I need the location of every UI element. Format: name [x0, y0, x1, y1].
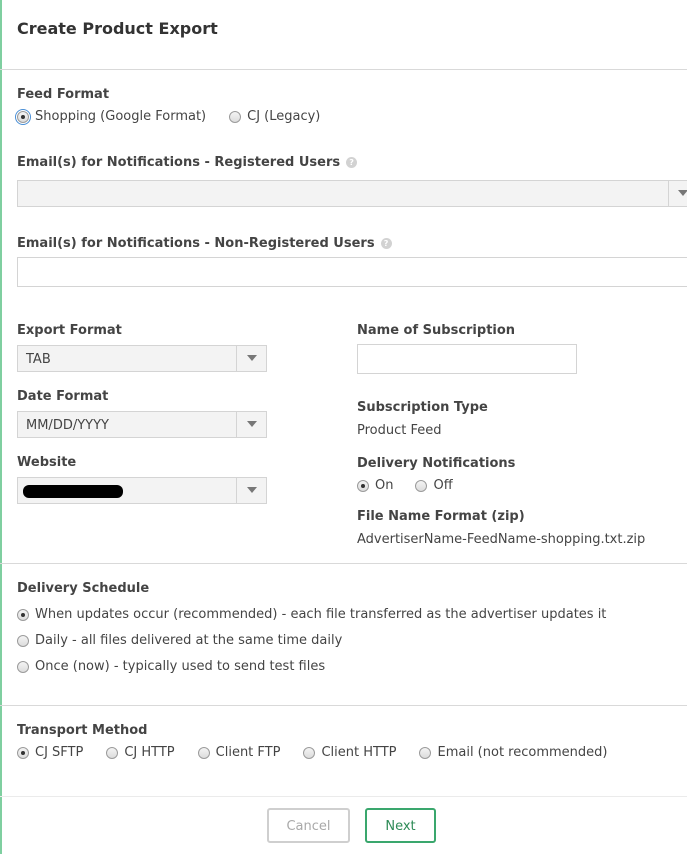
file-name-format-value: AdvertiserName-FeedName-shopping.txt.zip	[357, 532, 646, 547]
radio-button[interactable]	[17, 746, 29, 759]
delivery-schedule-option-once[interactable]: Once (now) - typically used to send test…	[17, 659, 325, 674]
feed-format-option-shopping[interactable]: Shopping (Google Format)	[15, 108, 207, 125]
website-label: Website	[17, 455, 77, 470]
emails-nonregistered-label-text: Email(s) for Notifications - Non-Registe…	[17, 236, 375, 251]
emails-nonregistered-input[interactable]	[17, 257, 687, 287]
radio-label: Daily - all files delivered at the same …	[35, 633, 343, 648]
left-accent-border	[0, 0, 2, 854]
radio-button[interactable]	[415, 479, 428, 492]
radio-label: On	[375, 478, 394, 493]
radio-button[interactable]	[229, 110, 242, 123]
transport-option-email[interactable]: Email (not recommended)	[419, 745, 607, 760]
chevron-down-icon	[247, 355, 257, 361]
radio-label: CJ HTTP	[124, 745, 175, 760]
subscription-type-label: Subscription Type	[357, 400, 488, 415]
chevron-down-icon	[247, 421, 257, 427]
date-format-label: Date Format	[17, 389, 109, 404]
chevron-down-icon	[678, 190, 687, 196]
radio-label: CJ (Legacy)	[247, 109, 321, 124]
dropdown-arrow-box	[236, 478, 266, 503]
transport-option-cj-sftp[interactable]: CJ SFTP	[17, 745, 83, 760]
transport-method-label: Transport Method	[17, 723, 148, 738]
website-select[interactable]	[17, 477, 267, 504]
delivery-schedule-option-updates[interactable]: When updates occur (recommended) - each …	[17, 607, 606, 622]
export-format-select[interactable]: TAB	[17, 345, 267, 372]
transport-option-client-http[interactable]: Client HTTP	[303, 745, 396, 760]
chevron-down-icon	[247, 487, 257, 493]
radio-label: Once (now) - typically used to send test…	[35, 659, 326, 674]
emails-registered-label: Email(s) for Notifications - Registered …	[17, 155, 358, 170]
delivery-schedule-option-daily[interactable]: Daily - all files delivered at the same …	[17, 633, 342, 648]
redacted-value	[23, 485, 123, 498]
date-format-select[interactable]: MM/DD/YYYY	[17, 411, 267, 438]
radio-label: Client HTTP	[321, 745, 397, 760]
emails-registered-select[interactable]	[17, 180, 687, 207]
page-title: Create Product Export	[17, 19, 218, 38]
radio-label: Shopping (Google Format)	[35, 109, 207, 124]
section-divider	[0, 705, 687, 706]
radio-button[interactable]	[357, 479, 369, 492]
header-divider	[0, 69, 687, 70]
subscription-name-input[interactable]	[357, 344, 577, 374]
export-format-label: Export Format	[17, 323, 122, 338]
delivery-notifications-radio-group: On Off	[357, 478, 476, 493]
radio-label: CJ SFTP	[35, 745, 84, 760]
cancel-button[interactable]: Cancel	[267, 808, 350, 843]
section-divider	[0, 563, 687, 564]
radio-label: Client FTP	[215, 745, 281, 760]
subscription-name-label: Name of Subscription	[357, 323, 516, 338]
transport-option-client-ftp[interactable]: Client FTP	[197, 745, 281, 760]
radio-button[interactable]	[17, 660, 29, 673]
emails-registered-label-text: Email(s) for Notifications - Registered …	[17, 155, 341, 170]
radio-button[interactable]	[106, 746, 119, 759]
next-button[interactable]: Next	[365, 808, 436, 843]
dropdown-arrow-box	[236, 346, 266, 371]
transport-method-radio-group: CJ SFTP CJ HTTP Client FTP Client HTTP E…	[17, 745, 607, 760]
radio-button[interactable]	[17, 608, 29, 621]
date-format-value: MM/DD/YYYY	[26, 418, 109, 433]
emails-nonregistered-label: Email(s) for Notifications - Non-Registe…	[17, 236, 392, 251]
radio-button[interactable]	[15, 108, 31, 125]
transport-option-cj-http[interactable]: CJ HTTP	[106, 745, 175, 760]
feed-format-radio-group: Shopping (Google Format) CJ (Legacy)	[15, 108, 343, 125]
subscription-type-value: Product Feed	[357, 423, 442, 438]
feed-format-option-cj-legacy[interactable]: CJ (Legacy)	[229, 109, 320, 124]
help-icon[interactable]: ?	[380, 238, 392, 249]
delivery-notifications-option-off[interactable]: Off	[415, 478, 453, 493]
help-icon[interactable]: ?	[346, 157, 358, 168]
radio-label: Email (not recommended)	[437, 745, 608, 760]
radio-button[interactable]	[197, 746, 210, 759]
file-name-format-label: File Name Format (zip)	[357, 509, 525, 524]
radio-button[interactable]	[303, 746, 316, 759]
radio-button[interactable]	[17, 634, 29, 647]
radio-button[interactable]	[419, 746, 432, 759]
delivery-notifications-label: Delivery Notifications	[357, 456, 516, 471]
feed-format-label: Feed Format	[17, 87, 110, 102]
footer-divider	[0, 796, 687, 797]
radio-label: Off	[433, 478, 453, 493]
dropdown-arrow-box	[236, 412, 266, 437]
delivery-schedule-label: Delivery Schedule	[17, 581, 150, 596]
delivery-notifications-option-on[interactable]: On	[357, 478, 393, 493]
dropdown-arrow-box	[668, 181, 687, 206]
radio-label: When updates occur (recommended) - each …	[35, 607, 607, 622]
export-format-value: TAB	[26, 352, 51, 367]
